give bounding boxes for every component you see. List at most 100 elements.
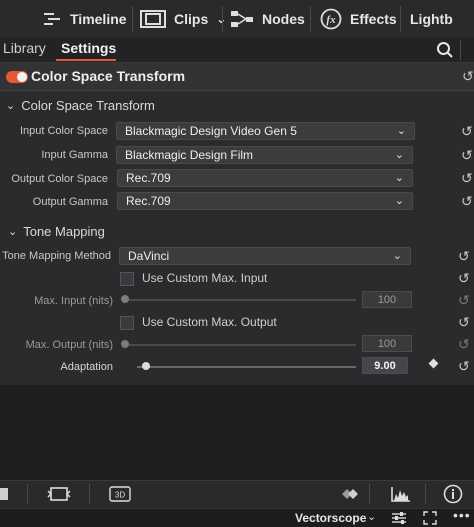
- reset-icon[interactable]: ↺: [461, 171, 474, 185]
- input-color-space-label: Input Color Space: [19, 125, 108, 137]
- lightbox-label: Lightb: [410, 11, 453, 27]
- max-input-slider[interactable]: [124, 299, 356, 301]
- reset-icon[interactable]: ↺: [458, 249, 472, 263]
- reset-icon[interactable]: ↺: [458, 271, 472, 285]
- nodes-button[interactable]: Nodes: [230, 6, 305, 32]
- input-gamma-value: Blackmagic Design Film: [125, 148, 254, 162]
- diamonds-icon[interactable]: [338, 487, 362, 501]
- info-icon[interactable]: [443, 484, 463, 504]
- output-gamma-dropdown[interactable]: Rec.709 ⌄: [117, 192, 413, 210]
- expand-icon[interactable]: [423, 511, 437, 525]
- reset-icon[interactable]: ↺: [458, 337, 472, 351]
- input-gamma-dropdown[interactable]: Blackmagic Design Film ⌄: [116, 146, 413, 164]
- tab-divider: [460, 40, 461, 60]
- adaptation-slider[interactable]: [137, 366, 356, 368]
- reset-icon[interactable]: ↺: [461, 148, 474, 162]
- tone-mapping-method-dropdown[interactable]: DaVinci ⌄: [119, 247, 411, 265]
- tone-section-header[interactable]: ⌄ Tone Mapping: [8, 224, 105, 239]
- toolbar-divider: [400, 6, 401, 32]
- scope-selector[interactable]: Vectorscope: [295, 511, 366, 525]
- max-output-slider-knob[interactable]: [121, 340, 129, 348]
- tone-mapping-method-label: Tone Mapping Method: [2, 250, 111, 262]
- reset-icon[interactable]: ↺: [461, 194, 474, 208]
- chevron-down-icon: ⌄: [396, 125, 406, 137]
- 3d-icon[interactable]: 3D: [109, 486, 131, 502]
- cst-section-header[interactable]: ⌄ Color Space Transform: [6, 98, 155, 113]
- output-color-space-dropdown[interactable]: Rec.709 ⌄: [117, 169, 413, 187]
- bottom-toolbar: 3D: [0, 480, 474, 509]
- reset-icon[interactable]: ↺: [461, 124, 474, 138]
- lightbox-button[interactable]: Lightb: [410, 6, 453, 32]
- effects-label: Effects: [350, 11, 397, 27]
- clips-label: Clips: [174, 11, 209, 27]
- chevron-down-icon: ⌄: [394, 149, 404, 161]
- custom-max-output-checkbox[interactable]: [120, 316, 134, 330]
- enable-toggle[interactable]: [6, 71, 28, 83]
- tone-mapping-method-value: DaVinci: [128, 249, 170, 263]
- timeline-icon: [42, 11, 62, 27]
- chevron-down-icon: ⌄: [8, 226, 18, 238]
- split-screen-icon[interactable]: [46, 485, 72, 503]
- effects-button[interactable]: fx Effects: [320, 6, 397, 32]
- active-tab-indicator: [56, 59, 116, 61]
- histogram-icon[interactable]: [390, 485, 412, 503]
- chevron-down-icon: ⌄: [392, 250, 402, 262]
- svg-text:fx: fx: [326, 14, 336, 26]
- cst-section-title: Color Space Transform: [21, 98, 155, 113]
- input-color-space-dropdown[interactable]: Blackmagic Design Video Gen 5 ⌄: [116, 122, 415, 140]
- max-input-label: Max. Input (nits): [34, 295, 113, 307]
- toolbar-divider: [369, 484, 370, 504]
- search-icon[interactable]: [436, 41, 454, 59]
- max-output-slider[interactable]: [124, 344, 356, 346]
- tab-library[interactable]: Library: [3, 40, 46, 56]
- chevron-down-icon[interactable]: ⌄: [367, 510, 376, 523]
- panel-header: Color Space Transform ↺: [0, 63, 474, 91]
- sliders-icon[interactable]: [391, 511, 407, 525]
- svg-text:3D: 3D: [115, 491, 125, 500]
- toolbar-divider: [27, 484, 28, 504]
- nodes-label: Nodes: [262, 11, 305, 27]
- adaptation-label: Adaptation: [60, 361, 113, 373]
- nodes-icon: [230, 9, 254, 29]
- custom-max-input-checkbox[interactable]: [120, 272, 134, 286]
- toolbar-divider: [222, 6, 223, 32]
- timeline-label: Timeline: [70, 11, 127, 27]
- max-input-slider-knob[interactable]: [121, 295, 129, 303]
- adaptation-slider-knob[interactable]: [142, 362, 150, 370]
- status-bar: Vectorscope ⌄ •••: [0, 507, 474, 527]
- output-gamma-label: Output Gamma: [32, 196, 108, 208]
- chevron-down-icon: ⌄: [394, 172, 404, 184]
- toolbar-divider: [89, 484, 90, 504]
- reset-icon[interactable]: ↺: [458, 315, 472, 329]
- reset-icon[interactable]: ↺: [462, 69, 474, 83]
- panel-title: Color Space Transform: [31, 68, 186, 84]
- input-color-space-value: Blackmagic Design Video Gen 5: [125, 124, 297, 138]
- output-color-space-label: Output Color Space: [11, 173, 108, 185]
- top-toolbar: Timeline Clips ⌄ Nodes fx Effects Lightb: [0, 0, 474, 39]
- input-gamma-label: Input Gamma: [41, 149, 108, 161]
- tone-section-title: Tone Mapping: [23, 224, 105, 239]
- more-icon[interactable]: •••: [453, 507, 471, 523]
- reset-icon[interactable]: ↺: [458, 293, 472, 307]
- custom-max-input-label: Use Custom Max. Input: [142, 271, 268, 285]
- max-output-field[interactable]: 100: [362, 335, 412, 352]
- chevron-down-icon: ⌄: [394, 195, 404, 207]
- output-color-space-value: Rec.709: [126, 171, 171, 185]
- empty-area: [0, 385, 474, 480]
- max-output-label: Max. Output (nits): [25, 339, 113, 351]
- toolbar-divider: [310, 6, 311, 32]
- chevron-down-icon: ⌄: [6, 100, 16, 112]
- tab-settings[interactable]: Settings: [61, 40, 116, 56]
- viewer-icon[interactable]: [0, 488, 8, 500]
- timeline-button[interactable]: Timeline: [42, 6, 127, 32]
- clips-icon: [140, 10, 166, 28]
- toolbar-divider: [132, 6, 133, 32]
- fx-icon: fx: [320, 8, 342, 30]
- max-input-field[interactable]: 100: [362, 291, 412, 308]
- output-gamma-value: Rec.709: [126, 194, 171, 208]
- reset-icon[interactable]: ↺: [458, 359, 472, 373]
- adaptation-field[interactable]: 9.00: [362, 357, 408, 374]
- clips-button[interactable]: Clips ⌄: [140, 6, 226, 32]
- custom-max-output-label: Use Custom Max. Output: [142, 315, 277, 329]
- toolbar-divider: [425, 484, 426, 504]
